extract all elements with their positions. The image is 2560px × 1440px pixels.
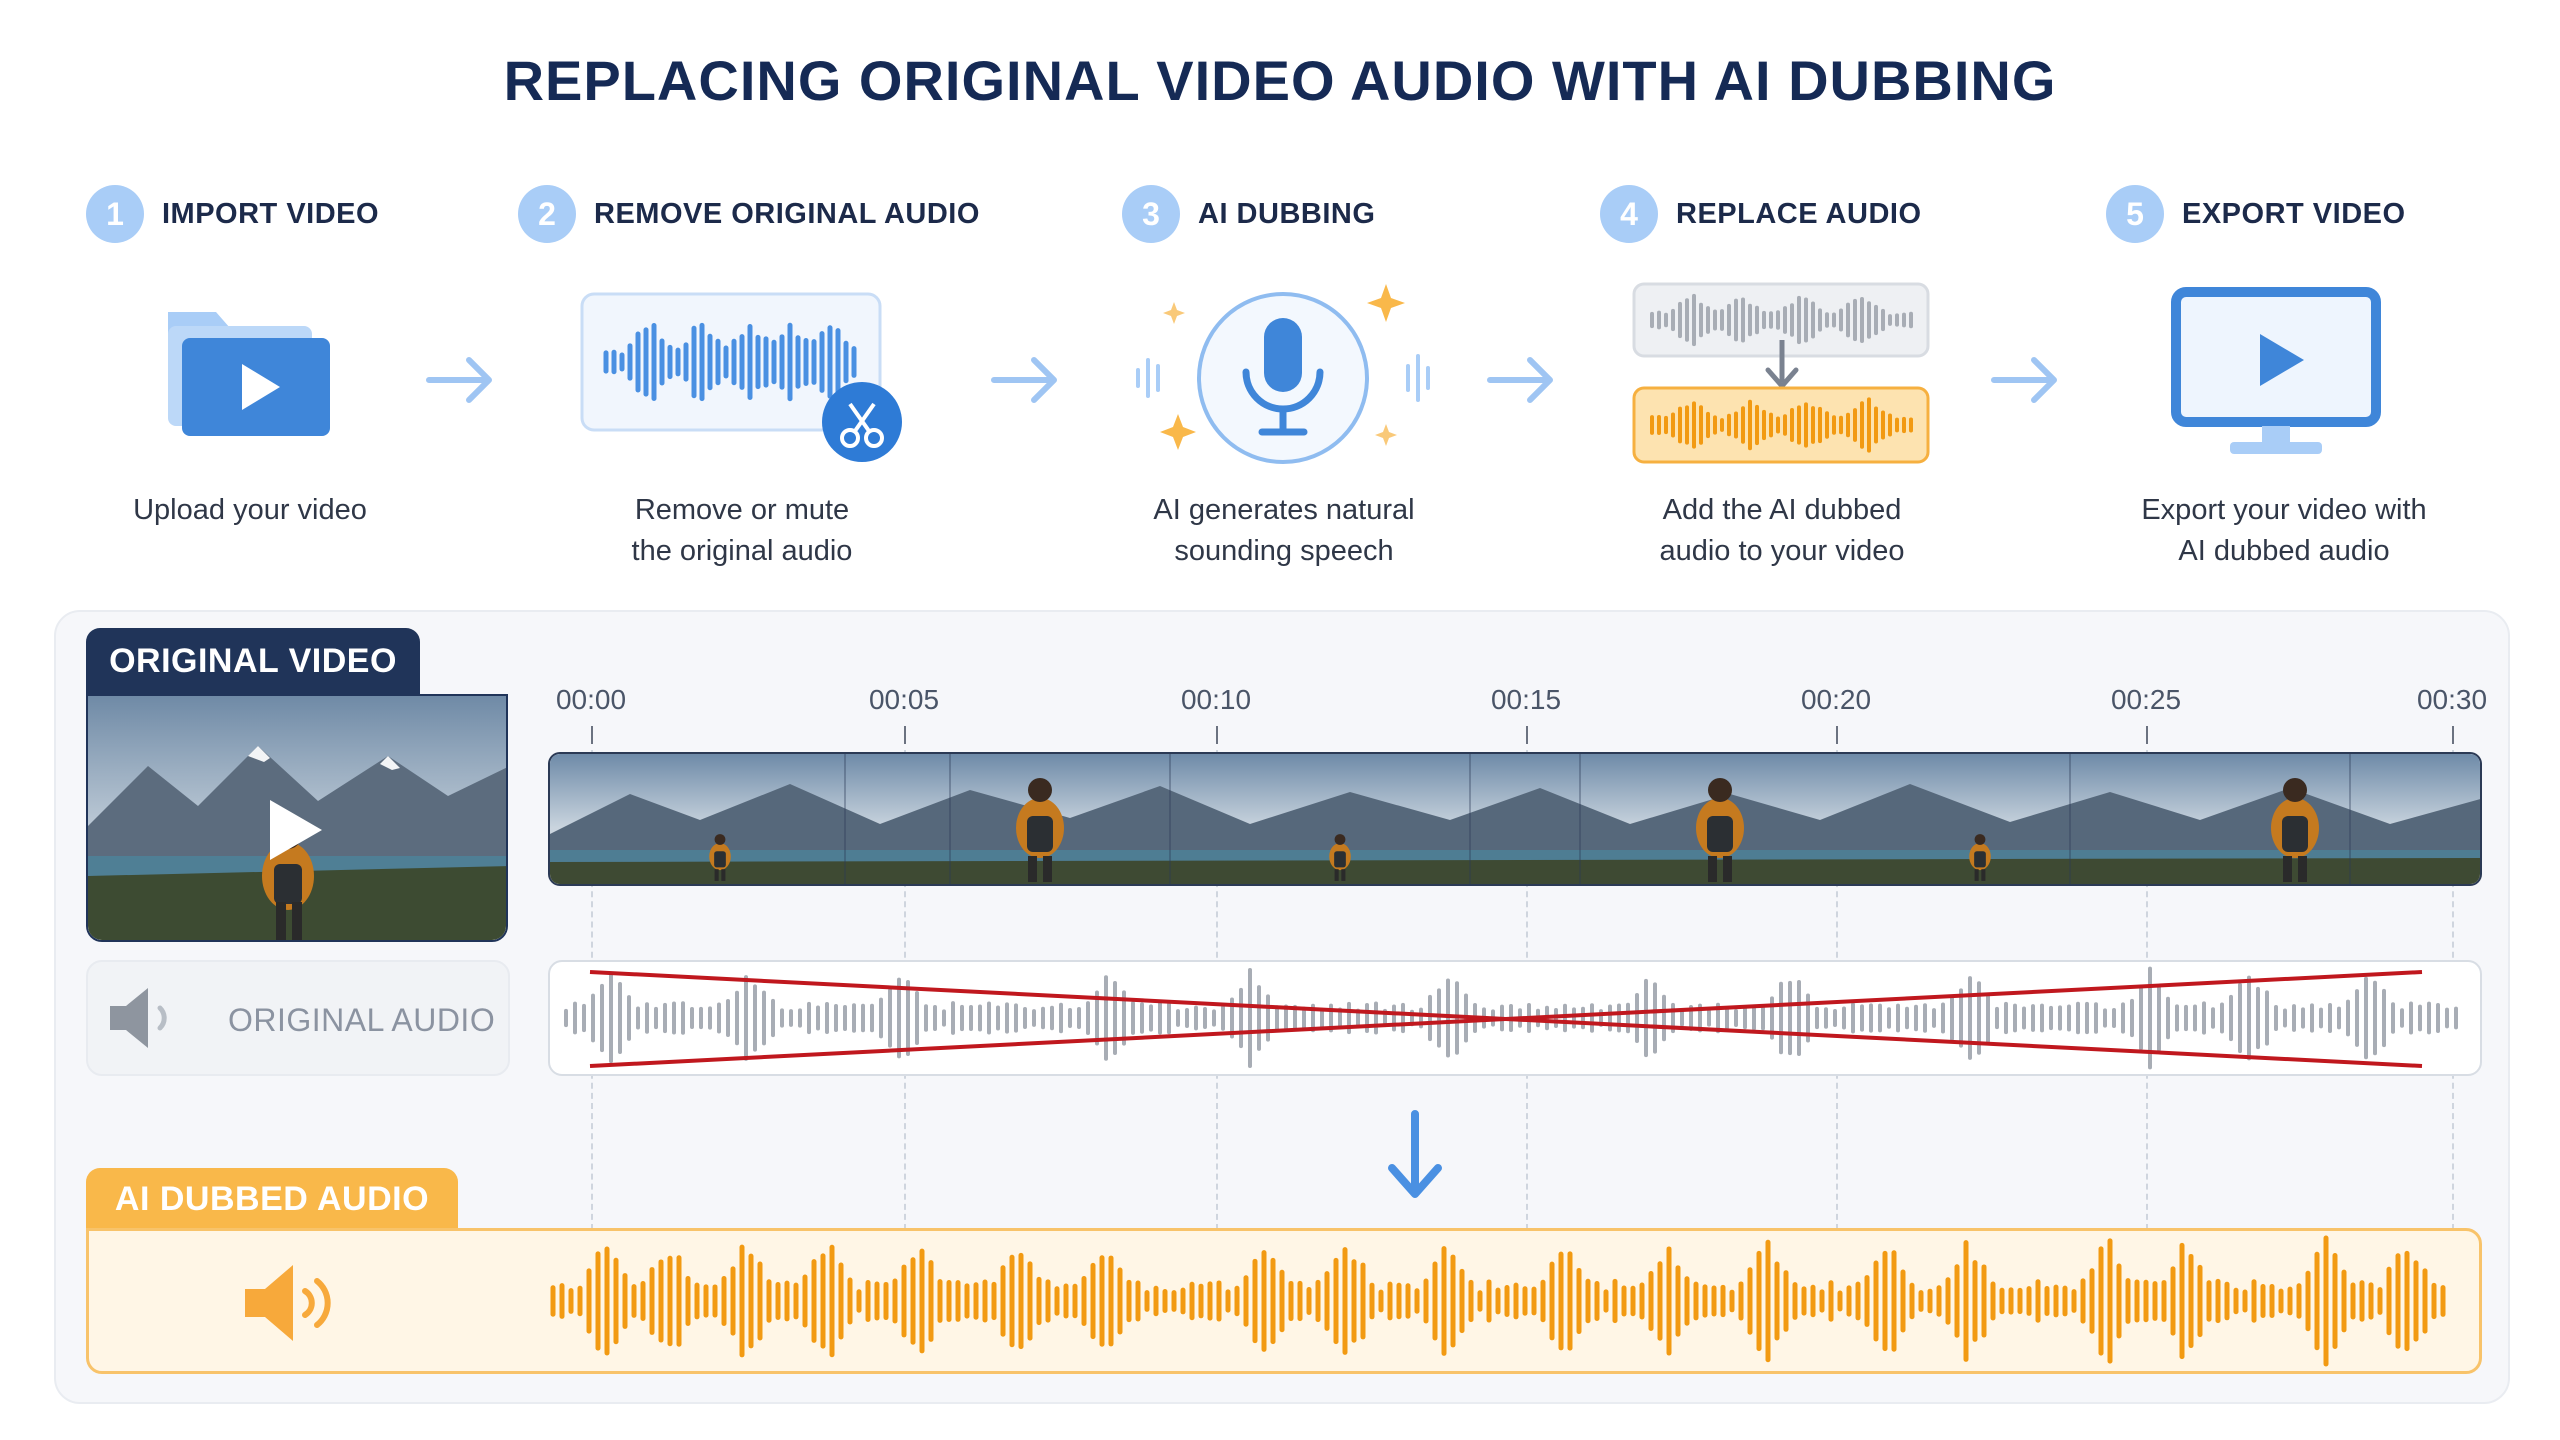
- step-number: 2: [518, 185, 576, 243]
- original-audio-label: ORIGINAL AUDIO: [228, 1002, 496, 1038]
- time-label: 00:15: [1490, 684, 1562, 715]
- step-number: 3: [1122, 185, 1180, 243]
- folder-video-icon: [168, 312, 330, 436]
- time-label: 00:20: [1800, 684, 1872, 715]
- step-title: IMPORT VIDEO: [162, 197, 380, 230]
- speaker-muted-icon[interactable]: [104, 978, 184, 1058]
- monitor-play-icon: [2171, 287, 2381, 454]
- mountain-scene-image: [88, 696, 506, 940]
- arrow-right-icon: [1487, 357, 1553, 403]
- step-export-video: 5 EXPORT VIDEO: [2106, 185, 2560, 243]
- filmstrip-frames: [550, 754, 2480, 884]
- replace-waveform-icon: [1632, 282, 1930, 464]
- timeline-tick: [904, 726, 906, 744]
- step-remove-original-audio: 2 REMOVE ORIGINAL AUDIO: [518, 185, 1018, 243]
- time-label: 00:00: [555, 684, 627, 715]
- ai-audio-waveform: [550, 1235, 2446, 1367]
- timeline-tick: [1526, 726, 1528, 744]
- speaker-loud-icon[interactable]: [239, 1253, 349, 1353]
- original-audio-waveform: [564, 966, 2458, 1070]
- original-video-thumbnail[interactable]: [86, 694, 508, 942]
- timeline-tick: [1216, 726, 1218, 744]
- step-title: REMOVE ORIGINAL AUDIO: [594, 197, 980, 230]
- arrow-right-icon: [426, 357, 492, 403]
- step-replace-audio: 4 REPLACE AUDIO: [1600, 185, 2100, 243]
- step-title: AI DUBBING: [1198, 197, 1376, 230]
- ai-dubbed-audio-track[interactable]: [86, 1228, 2482, 1374]
- video-filmstrip[interactable]: [548, 752, 2482, 886]
- ai-dubbed-audio-tab: AI DUBBED AUDIO: [86, 1168, 458, 1230]
- time-label: 00:25: [2110, 684, 2182, 715]
- original-video-tab: ORIGINAL VIDEO: [86, 628, 420, 694]
- step-description: AI generates natural sounding speech: [1153, 494, 1415, 567]
- step-number: 1: [86, 185, 144, 243]
- step-number: 5: [2106, 185, 2164, 243]
- arrow-down-icon: [1388, 1110, 1442, 1198]
- original-audio-track[interactable]: [548, 960, 2482, 1076]
- audio-cut-icon: [580, 292, 902, 462]
- time-label: 00:30: [2416, 684, 2488, 715]
- microphone-sparkle-icon: [1136, 284, 1430, 464]
- time-label: 00:10: [1180, 684, 1252, 715]
- page-title: REPLACING ORIGINAL VIDEO AUDIO WITH AI D…: [503, 49, 2057, 112]
- step-title: EXPORT VIDEO: [2182, 197, 2406, 230]
- step-description: Export your video with AI dubbed audio: [2141, 494, 2427, 567]
- timeline-tick: [1836, 726, 1838, 744]
- arrow-right-icon: [1991, 357, 2057, 403]
- step-title: REPLACE AUDIO: [1676, 197, 1922, 230]
- step-number: 4: [1600, 185, 1658, 243]
- step-description: Add the AI dubbed audio to your video: [1659, 494, 1905, 567]
- step-description: Remove or mute the original audio: [631, 494, 853, 567]
- timeline-tick: [2452, 726, 2454, 744]
- step-ai-dubbing: 3 AI DUBBING: [1122, 185, 1622, 243]
- arrow-right-icon: [991, 357, 1057, 403]
- step-description: Upload your video: [133, 494, 367, 526]
- timeline-tick: [591, 726, 593, 744]
- step-import-video: 1 IMPORT VIDEO: [86, 185, 586, 243]
- timeline-tick: [2146, 726, 2148, 744]
- time-label: 00:05: [868, 684, 940, 715]
